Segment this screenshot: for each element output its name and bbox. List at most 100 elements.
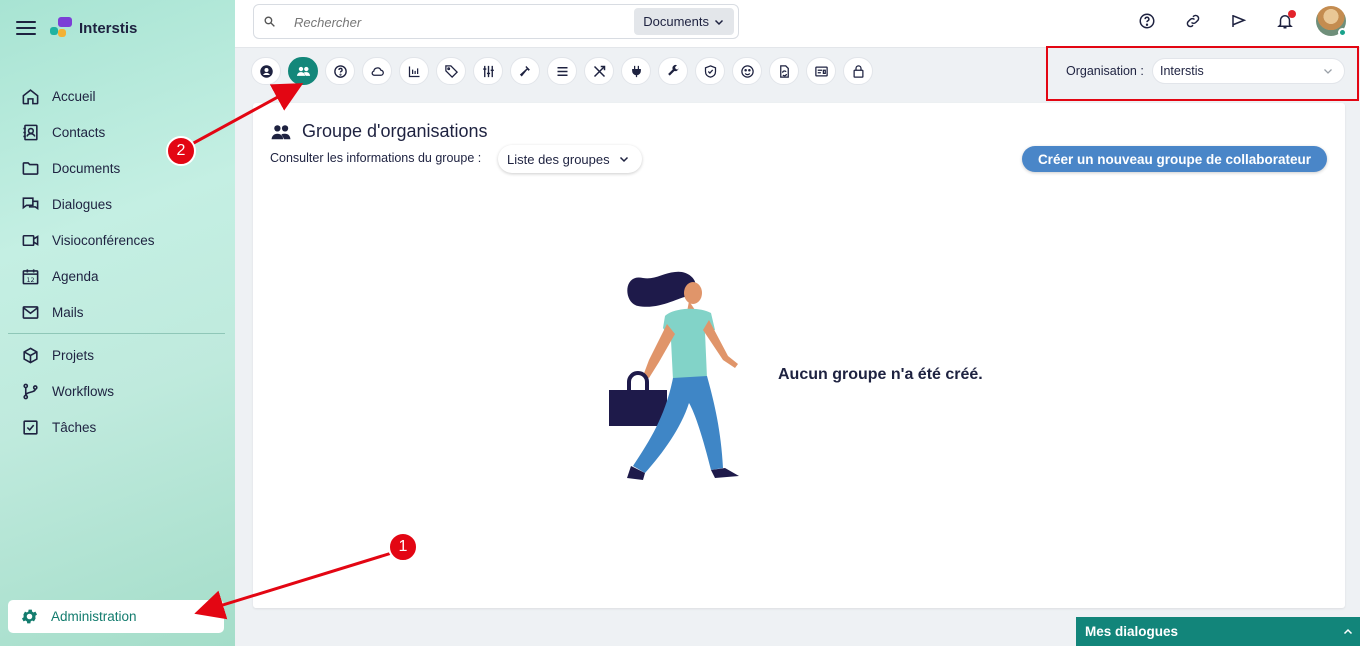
cube-icon: [23, 346, 38, 364]
annotation-badge-1: 1: [388, 532, 418, 562]
tab-list[interactable]: [547, 57, 577, 85]
sidebar-item-projets[interactable]: Projets: [0, 337, 235, 373]
doc-sync-icon: [779, 64, 789, 78]
my-dialogs-label: Mes dialogues: [1085, 624, 1179, 639]
link-icon: [1186, 14, 1200, 28]
chevron-down-icon: [619, 156, 628, 163]
groups-icon: [296, 66, 310, 76]
sidebar-divider: [8, 333, 225, 334]
sidebar-item-administration[interactable]: Administration: [8, 600, 224, 633]
search-scope-value: Documents: [643, 14, 709, 29]
svg-text:12: 12: [26, 277, 34, 284]
organisation-label: Organisation :: [1066, 64, 1144, 78]
brand: Interstis: [16, 17, 137, 39]
workflow-icon: [23, 383, 38, 399]
menu-toggle-icon[interactable]: [16, 18, 36, 38]
page-title: Groupe d'organisations: [270, 121, 488, 142]
tab-groups[interactable]: [288, 57, 318, 85]
sidebar-item-accueil[interactable]: Accueil: [0, 78, 235, 114]
tab-security[interactable]: [695, 57, 725, 85]
tab-plugins[interactable]: [621, 57, 651, 85]
notification-dot: [1288, 10, 1296, 18]
tab-maintenance[interactable]: [658, 57, 688, 85]
sidebar-item-taches[interactable]: Tâches: [0, 409, 235, 445]
search-input[interactable]: [294, 12, 624, 32]
help-button[interactable]: [1132, 6, 1162, 36]
sidebar-item-label: Agenda: [52, 268, 99, 284]
tab-tags[interactable]: [436, 57, 466, 85]
tab-settings-sliders[interactable]: [473, 57, 503, 85]
megaphone-icon: [1232, 15, 1247, 27]
user-avatar[interactable]: [1316, 6, 1347, 37]
search-scope-select[interactable]: Documents: [634, 8, 734, 35]
sidebar-nav: Accueil Contacts Documents Dialogues Vis…: [0, 78, 235, 445]
organisation-select[interactable]: Interstis: [1152, 58, 1345, 84]
chevron-up-icon: [1343, 628, 1353, 635]
my-dialogs-bar[interactable]: Mes dialogues: [1076, 617, 1360, 646]
mail-icon: [22, 305, 39, 319]
sidebar-item-label: Visioconférences: [52, 232, 155, 248]
sidebar-item-label: Contacts: [52, 124, 106, 140]
admin-toolbar: [251, 57, 873, 85]
link-button[interactable]: [1178, 6, 1208, 36]
group-list-value: Liste des groupes: [507, 151, 610, 167]
search-box: Documents: [253, 4, 739, 39]
shield-icon: [704, 64, 716, 78]
groups-icon: [271, 124, 291, 139]
sliders-icon: [482, 65, 494, 77]
list-icon: [557, 66, 567, 76]
tab-emoji[interactable]: [732, 57, 762, 85]
plug-icon: [631, 65, 641, 77]
sidebar-item-visioconferences[interactable]: Visioconférences: [0, 222, 235, 258]
tag-icon: [444, 64, 458, 78]
sidebar-item-label: Projets: [52, 347, 95, 363]
announcements-button[interactable]: [1224, 6, 1254, 36]
tab-statistics[interactable]: [399, 57, 429, 85]
help-icon: [333, 64, 347, 78]
organisation-highlight-box: Organisation : Interstis: [1046, 46, 1359, 101]
video-icon: [22, 234, 39, 246]
sidebar-item-workflows[interactable]: Workflows: [0, 373, 235, 409]
checkbox-icon: [23, 419, 38, 435]
gear-icon: [21, 609, 38, 624]
user-icon: [259, 64, 273, 78]
administration-label: Administration: [51, 609, 137, 624]
page-title-text: Groupe d'organisations: [302, 121, 488, 141]
tab-tools[interactable]: [584, 57, 614, 85]
top-bar: Documents: [235, 0, 1360, 48]
id-card-icon: [814, 66, 828, 76]
sidebar-item-agenda[interactable]: 12 Agenda: [0, 258, 235, 294]
sidebar-item-dialogues[interactable]: Dialogues: [0, 186, 235, 222]
tab-document-sync[interactable]: [769, 57, 799, 85]
sidebar-item-contacts[interactable]: Contacts: [0, 114, 235, 150]
sidebar-item-mails[interactable]: Mails: [0, 294, 235, 330]
top-actions: [1132, 6, 1347, 37]
folder-icon: [22, 161, 39, 175]
tab-help[interactable]: [325, 57, 355, 85]
tab-hammer[interactable]: [510, 57, 540, 85]
sidebar-item-documents[interactable]: Documents: [0, 150, 235, 186]
group-card: Groupe d'organisations Consulter les inf…: [253, 103, 1345, 608]
chart-icon: [408, 66, 419, 77]
empty-state-illustration: [609, 271, 739, 480]
lock-icon: [853, 64, 863, 78]
tab-lock[interactable]: [843, 57, 873, 85]
sidebar-item-label: Dialogues: [52, 196, 113, 212]
sidebar-item-label: Accueil: [52, 88, 96, 104]
tab-user-profile[interactable]: [251, 57, 281, 85]
tab-cloud[interactable]: [362, 57, 392, 85]
hammer-icon: [519, 65, 530, 76]
chevron-down-icon: [1324, 69, 1332, 74]
interstis-logo: [50, 17, 72, 39]
notifications-button[interactable]: [1270, 6, 1300, 36]
wrench-icon: [667, 64, 678, 76]
sidebar: Interstis Accueil Contacts Documents Dia…: [0, 0, 235, 646]
search-icon: [264, 16, 275, 27]
tab-id-card[interactable]: [806, 57, 836, 85]
group-list-select[interactable]: Liste des groupes: [498, 145, 642, 173]
online-status-dot: [1338, 28, 1347, 37]
create-group-button[interactable]: Créer un nouveau groupe de collaborateur: [1021, 146, 1327, 172]
cloud-icon: [371, 66, 384, 76]
sidebar-item-label: Workflows: [52, 383, 115, 399]
chevron-down-icon: [714, 19, 724, 25]
